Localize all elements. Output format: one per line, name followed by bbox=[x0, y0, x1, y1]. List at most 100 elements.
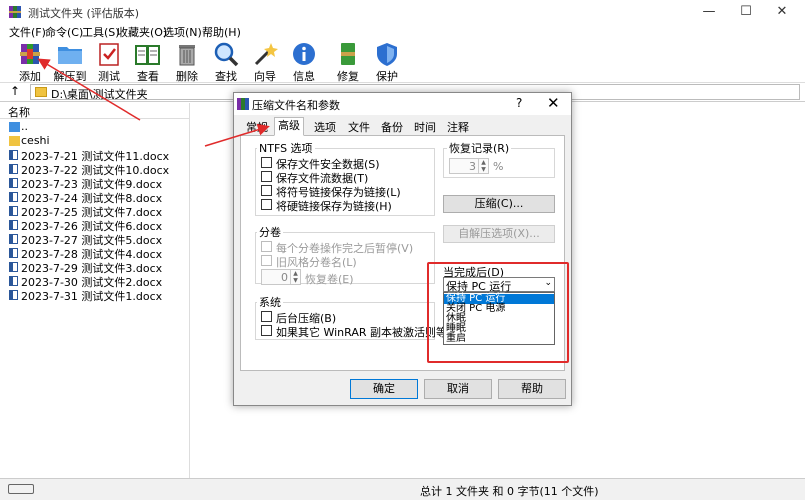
word-document-icon bbox=[9, 248, 18, 258]
word-document-icon bbox=[9, 262, 18, 272]
recovery-group-title: 恢复记录(R) bbox=[447, 140, 512, 156]
wizard-label: 向导 bbox=[254, 70, 276, 83]
file-name: .. bbox=[21, 120, 28, 133]
extract-folder-icon bbox=[58, 47, 82, 64]
delete-button[interactable]: 删除 bbox=[167, 39, 207, 83]
file-list: 名称 .. ceshi 2023-7-21 测试文件11.docx 2023-7-22… bbox=[0, 103, 190, 478]
menu-favorites[interactable]: 收藏夹(O) bbox=[117, 24, 167, 40]
up-arrow-icon[interactable]: ↑ bbox=[10, 84, 20, 98]
winrar-app-icon bbox=[237, 98, 249, 110]
stepper-arrows-icon[interactable]: ▲ ▼ bbox=[478, 159, 488, 173]
help-icon[interactable]: ? bbox=[516, 96, 522, 110]
menu-command[interactable]: 命令(C) bbox=[45, 24, 83, 40]
close-icon[interactable]: ✕ bbox=[547, 94, 560, 112]
wand-icon bbox=[254, 43, 278, 66]
magnifier-icon bbox=[214, 42, 239, 67]
find-button[interactable]: 查找 bbox=[206, 39, 246, 83]
close-window-button[interactable]: ✕ bbox=[767, 2, 797, 22]
repair-button[interactable]: 修复 bbox=[328, 39, 368, 83]
minimize-button[interactable]: — bbox=[694, 2, 724, 22]
file-list-item[interactable]: 2023-7-22 测试文件10.docx bbox=[0, 162, 190, 177]
path-text: D:\桌面\测试文件夹 bbox=[51, 88, 148, 101]
view-button[interactable]: 查看 bbox=[128, 39, 168, 83]
add-archive-icon bbox=[20, 44, 40, 64]
parent-folder-icon bbox=[9, 122, 20, 132]
menu-options[interactable]: 选项(N) bbox=[163, 24, 202, 40]
annotation-highlight-box bbox=[427, 262, 569, 363]
ntfs-group-title: NTFS 选项 bbox=[257, 140, 315, 156]
delete-label: 删除 bbox=[176, 70, 198, 83]
word-document-icon bbox=[9, 192, 18, 202]
wizard-button[interactable]: 向导 bbox=[245, 39, 285, 83]
recovery-volumes-value: 0 bbox=[281, 271, 288, 284]
info-button[interactable]: 信息 bbox=[284, 39, 324, 83]
drive-icon bbox=[8, 484, 34, 494]
winrar-app-icon bbox=[9, 6, 21, 18]
file-list-item[interactable]: .. bbox=[0, 120, 190, 134]
file-list-item[interactable]: 2023-7-26 测试文件6.docx bbox=[0, 218, 190, 233]
protect-button[interactable]: 保护 bbox=[367, 39, 407, 83]
repair-label: 修复 bbox=[337, 70, 359, 83]
info-icon bbox=[293, 43, 315, 65]
file-list-item[interactable]: 2023-7-30 测试文件2.docx bbox=[0, 274, 190, 289]
status-bar: 总计 1 文件夹 和 0 字节(11 个文件) bbox=[0, 478, 805, 500]
ok-button[interactable]: 确定 bbox=[350, 379, 418, 399]
maximize-button[interactable]: ☐ bbox=[731, 2, 761, 22]
stepper-arrows-icon: ▲ ▼ bbox=[290, 270, 300, 284]
winrar-window: 测试文件夹 (评估版本) — ☐ ✕ 文件(F) 命令(C) 工具(S) 收藏夹… bbox=[0, 0, 805, 500]
folder-icon bbox=[35, 87, 47, 97]
test-icon bbox=[99, 43, 119, 66]
extract-to-label: 解压到 bbox=[53, 70, 87, 83]
menu-tools[interactable]: 工具(S) bbox=[82, 24, 120, 40]
shield-icon bbox=[377, 43, 397, 66]
file-list-item[interactable]: 2023-7-31 测试文件1.docx bbox=[0, 288, 190, 303]
word-document-icon bbox=[9, 178, 18, 188]
toolbar: 添加 解压到 测试 查看 删除 查找 向导 信息 修复 保护 bbox=[0, 39, 805, 83]
window-title: 测试文件夹 (评估版本) bbox=[28, 7, 140, 20]
file-list-item[interactable]: 2023-7-28 测试文件4.docx bbox=[0, 246, 190, 261]
help-button[interactable]: 帮助 bbox=[498, 379, 566, 399]
menu-help[interactable]: 帮助(H) bbox=[202, 24, 241, 40]
file-list-item[interactable]: ceshi bbox=[0, 134, 190, 148]
tab-comment[interactable]: 注释 bbox=[443, 119, 473, 135]
file-list-item[interactable]: 2023-7-24 测试文件8.docx bbox=[0, 190, 190, 205]
tab-general[interactable]: 常规 bbox=[242, 119, 272, 135]
cancel-button[interactable]: 取消 bbox=[424, 379, 492, 399]
word-document-icon bbox=[9, 150, 18, 160]
recovery-percent-stepper[interactable]: 3 ▲ ▼ bbox=[449, 158, 489, 174]
file-list-item[interactable]: 2023-7-21 测试文件11.docx bbox=[0, 148, 190, 163]
file-list-item[interactable]: 2023-7-23 测试文件9.docx bbox=[0, 176, 190, 191]
tab-options[interactable]: 选项 bbox=[310, 119, 340, 135]
volumes-group-title: 分卷 bbox=[257, 224, 283, 240]
repair-icon bbox=[341, 43, 355, 65]
recovery-volumes-label: 恢复卷(E) bbox=[305, 273, 354, 286]
dialog-title-bar: 压缩文件名和参数 ? ✕ bbox=[234, 93, 571, 115]
compress-options-button[interactable]: 压缩(C)... bbox=[443, 195, 555, 213]
tab-advanced[interactable]: 高级 bbox=[274, 117, 304, 136]
add-button[interactable]: 添加 bbox=[10, 39, 50, 83]
tab-files[interactable]: 文件 bbox=[344, 119, 374, 135]
test-label: 测试 bbox=[98, 70, 120, 83]
file-list-item[interactable]: 2023-7-25 测试文件7.docx bbox=[0, 204, 190, 219]
trash-icon bbox=[179, 45, 195, 66]
file-name: 2023-7-31 测试文件1.docx bbox=[21, 290, 163, 303]
tab-time[interactable]: 时间 bbox=[410, 119, 440, 135]
view-label: 查看 bbox=[137, 70, 159, 83]
menu-file[interactable]: 文件(F) bbox=[9, 24, 46, 40]
folder-icon bbox=[9, 136, 20, 146]
system-group-title: 系统 bbox=[257, 294, 283, 310]
menu-bar: 文件(F) 命令(C) 工具(S) 收藏夹(O) 选项(N) 帮助(H) bbox=[0, 22, 805, 40]
tab-backup[interactable]: 备份 bbox=[377, 119, 407, 135]
recovery-value: 3 bbox=[469, 160, 476, 173]
status-text: 总计 1 文件夹 和 0 字节(11 个文件) bbox=[420, 485, 599, 498]
word-document-icon bbox=[9, 276, 18, 286]
recovery-volumes-stepper: 0 ▲ ▼ bbox=[261, 269, 301, 285]
file-list-item[interactable]: 2023-7-27 测试文件5.docx bbox=[0, 232, 190, 247]
extract-to-button[interactable]: 解压到 bbox=[50, 39, 90, 83]
test-button[interactable]: 测试 bbox=[89, 39, 129, 83]
find-label: 查找 bbox=[215, 70, 237, 83]
name-column-header[interactable]: 名称 bbox=[0, 103, 190, 119]
word-document-icon bbox=[9, 164, 18, 174]
file-list-item[interactable]: 2023-7-29 测试文件3.docx bbox=[0, 260, 190, 275]
dialog-title: 压缩文件名和参数 bbox=[252, 99, 340, 112]
